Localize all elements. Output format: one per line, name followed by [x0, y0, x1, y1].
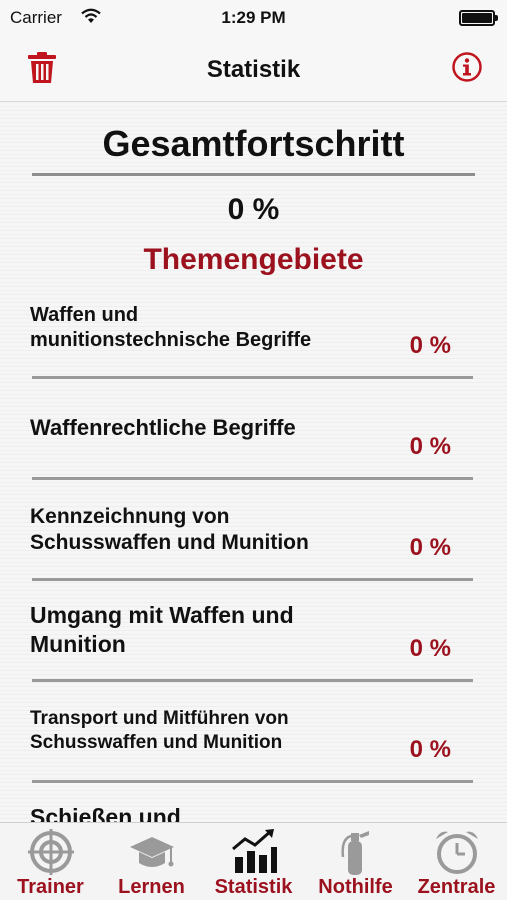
info-icon[interactable]: [451, 51, 483, 83]
topic-progress-value: 0 %: [409, 635, 451, 662]
topic-label: Waffen und munitionstechnische Begriffe: [30, 304, 312, 351]
tab-nothilfe[interactable]: Nothilfe: [305, 823, 406, 900]
topic-label: Waffenrechtliche Begriffe: [30, 415, 296, 440]
tab-label: Lernen: [118, 876, 185, 898]
topic-label: Transport und Mitführen von Schusswaffen …: [30, 708, 289, 753]
page-title: Statistik: [206, 56, 301, 83]
target-icon: [27, 829, 74, 875]
overall-progress-value: 0 %: [227, 193, 280, 226]
topic-row[interactable]: Waffen und munitionstechnische Begriffe 0…: [30, 278, 473, 379]
topic-label: Kennzeichnung von Schusswaffen und Muniti…: [30, 505, 309, 555]
topic-progress-value: 0 %: [409, 534, 451, 561]
overall-progress-heading: Gesamtfortschritt: [102, 123, 405, 164]
alarm-clock-icon: [435, 831, 478, 874]
fire-extinguisher-icon: [340, 831, 369, 875]
topic-row[interactable]: Umgang mit Waffen und Munition 0 %: [30, 581, 473, 682]
statistics-content[interactable]: Gesamtfortschritt 0 % Themengebiete Waff…: [0, 103, 507, 822]
topic-label: Umgang mit Waffen und Munition: [30, 602, 294, 657]
graduation-cap-icon: [129, 837, 174, 867]
tab-label: Trainer: [17, 876, 84, 898]
battery-icon: [459, 10, 498, 26]
status-bar: Carrier 1:29 PM: [0, 0, 507, 36]
topic-progress-value: 0 %: [409, 433, 451, 460]
tab-label: Nothilfe: [318, 876, 393, 898]
tab-statistik[interactable]: Statistik: [202, 823, 305, 900]
topic-row[interactable]: Schießen und: [30, 783, 473, 822]
topics-section-title: Themengebiete: [143, 243, 364, 276]
tab-lernen[interactable]: Lernen: [101, 823, 202, 900]
topic-progress-value: 0 %: [409, 332, 451, 359]
topic-row[interactable]: Transport und Mitführen von Schusswaffen …: [30, 682, 473, 783]
tab-zentrale[interactable]: Zentrale: [406, 823, 507, 900]
divider: [32, 173, 475, 176]
clock-time: 1:29 PM: [221, 8, 286, 27]
tab-trainer[interactable]: Trainer: [0, 823, 101, 900]
topic-row[interactable]: Waffenrechtliche Begriffe 0 %: [30, 379, 473, 480]
tab-label: Zentrale: [417, 876, 496, 898]
tab-label: Statistik: [214, 876, 293, 898]
tab-bar: Trainer Lernen Statistik Nothilfe Zentra…: [0, 822, 507, 900]
bar-chart-icon: [231, 829, 277, 873]
topic-progress-value: 0 %: [409, 736, 451, 763]
topic-label: Schießen und: [30, 804, 181, 822]
navigation-bar: Statistik: [0, 36, 507, 102]
topic-row[interactable]: Kennzeichnung von Schusswaffen und Muniti…: [30, 480, 473, 581]
